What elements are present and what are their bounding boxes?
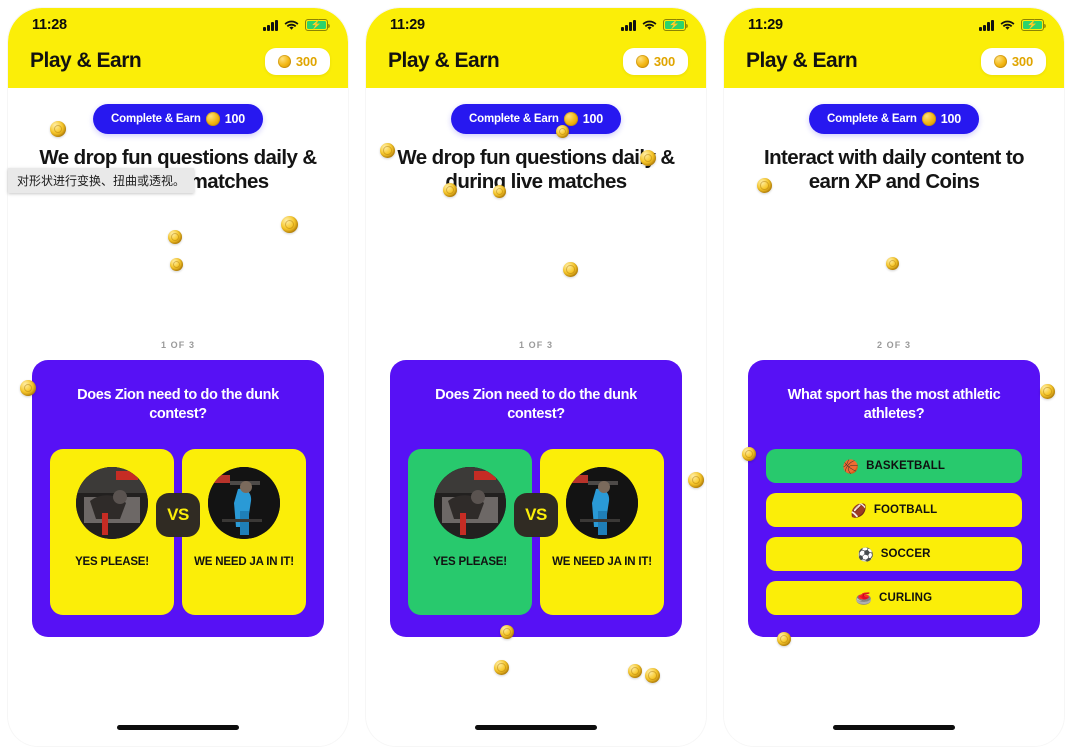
versus-options: YES PLEASE! VS WE NEED JA IN IT! [408,449,664,616]
cta-amount: 100 [582,112,603,126]
app-header: 11:29 ⚡ Play & Earn 300 [366,8,706,88]
answer-option-list: 🏀 BASKETBALL 🏈 FOOTBALL ⚽ SOCCER 🥌 CURLI… [766,449,1022,616]
cellular-signal-icon [621,19,636,31]
coin-balance-value: 300 [653,53,675,69]
versus-badge: VS [156,493,200,538]
status-time: 11:28 [32,17,67,33]
coin-balance-value: 300 [1011,53,1033,69]
soccer-ball-icon: ⚽ [857,546,874,562]
home-indicator[interactable] [475,725,597,730]
complete-and-earn-button[interactable]: Complete & Earn 100 [809,104,979,134]
phone-mockup-1: 11:28 ⚡ Play & Earn 300 Complete & Earn … [8,8,348,746]
basketball-icon: 🏀 [842,458,860,474]
question-text: What sport has the most athletic athlete… [787,387,1001,422]
answer-option-basketball-label: BASKETBALL [866,460,946,473]
question-card: Does Zion need to do the dunk contest? Y… [32,360,324,638]
versus-options: YES PLEASE! VS WE NEED JA IN IT! [50,449,306,616]
wifi-icon [642,20,657,30]
status-bar: 11:29 ⚡ [724,8,1064,38]
basketball-player-photo [208,467,280,540]
basketball-player-photo [566,467,638,540]
versus-badge: VS [514,493,558,538]
coin-icon [205,112,220,126]
battery-charging-icon: ⚡ [305,19,331,31]
battery-charging-icon: ⚡ [1021,19,1047,31]
coin-balance-chip[interactable]: 300 [622,47,688,75]
status-time: 11:29 [390,17,425,33]
cta-label: Complete & Earn [111,113,201,125]
answer-option-2[interactable]: WE NEED JA IN IT! [540,449,664,616]
header-row: Play & Earn 300 [8,38,348,84]
answer-option-2[interactable]: WE NEED JA IN IT! [182,449,306,616]
answer-option-2-label: WE NEED JA IN IT! [194,556,294,569]
answer-option-1[interactable]: YES PLEASE! [50,449,174,616]
answer-option-football-label: FOOTBALL [873,504,938,517]
app-header: 11:28 ⚡ Play & Earn 300 [8,8,348,88]
question-card: What sport has the most athletic athlete… [748,360,1040,638]
screenshot-canvas: 11:28 ⚡ Play & Earn 300 Complete & Earn … [0,0,1080,754]
coin-icon [277,54,291,68]
app-screen: Complete & Earn 100 Interact with daily … [724,88,1064,746]
page-title: Play & Earn [30,49,142,72]
cta-amount: 100 [940,112,961,126]
cta-label: Complete & Earn [827,113,917,125]
status-icons: ⚡ [621,19,689,31]
basketball-dunk-photo [434,467,506,540]
complete-and-earn-button[interactable]: Complete & Earn 100 [93,104,263,134]
page-title: Play & Earn [746,49,858,72]
status-icons: ⚡ [263,19,331,31]
cellular-signal-icon [263,19,278,31]
answer-option-football[interactable]: 🏈 FOOTBALL [766,493,1022,528]
step-indicator: 1 OF 3 [160,340,196,350]
answer-option-curling-label: CURLING [879,592,933,605]
coin-balance-value: 300 [295,53,317,69]
cta-label: Complete & Earn [469,113,559,125]
app-header: 11:29 ⚡ Play & Earn 300 [724,8,1064,88]
football-icon: 🏈 [850,502,867,518]
status-bar: 11:28 ⚡ [8,8,348,38]
cta-amount: 100 [224,112,245,126]
coin-balance-chip[interactable]: 300 [980,47,1046,75]
coin-icon [921,112,936,126]
step-indicator: 2 OF 3 [876,340,912,350]
headline-text: We drop fun questions daily & during liv… [397,146,675,194]
cellular-signal-icon [979,19,994,31]
status-bar: 11:29 ⚡ [366,8,706,38]
curling-stone-icon: 🥌 [855,590,873,606]
answer-option-soccer[interactable]: ⚽ SOCCER [766,537,1022,572]
headline-text: Interact with daily content to earn XP a… [764,146,1025,194]
complete-and-earn-button[interactable]: Complete & Earn 100 [451,104,621,134]
phone-mockup-2: 11:29 ⚡ Play & Earn 300 Complete & Earn … [366,8,706,746]
step-indicator: 1 OF 3 [518,340,554,350]
answer-option-1-label: YES PLEASE! [433,556,507,569]
answer-option-soccer-label: SOCCER [880,548,931,561]
question-card: Does Zion need to do the dunk contest? Y… [390,360,682,638]
header-row: Play & Earn 300 [366,38,706,84]
phone-mockup-3: 11:29 ⚡ Play & Earn 300 Complete & Earn … [724,8,1064,746]
basketball-dunk-photo [76,467,148,540]
answer-option-1-label: YES PLEASE! [75,556,149,569]
wifi-icon [1000,20,1015,30]
page-title: Play & Earn [388,49,500,72]
answer-option-1[interactable]: YES PLEASE! [408,449,532,616]
app-screen: Complete & Earn 100 We drop fun question… [366,88,706,746]
coin-icon [635,54,649,68]
header-row: Play & Earn 300 [724,38,1064,84]
coin-icon [993,54,1007,68]
status-time: 11:29 [748,17,783,33]
question-text: Does Zion need to do the dunk contest? [77,387,279,422]
coin-balance-chip[interactable]: 300 [264,47,330,75]
editor-tooltip: 对形状进行变换、扭曲或透视。 [8,168,195,193]
coin-icon [563,112,578,126]
home-indicator[interactable] [117,725,239,730]
answer-option-curling[interactable]: 🥌 CURLING [766,581,1022,616]
wifi-icon [284,20,299,30]
question-text: Does Zion need to do the dunk contest? [435,387,637,422]
status-icons: ⚡ [979,19,1047,31]
home-indicator[interactable] [833,725,955,730]
answer-option-basketball[interactable]: 🏀 BASKETBALL [766,449,1022,484]
answer-option-2-label: WE NEED JA IN IT! [552,556,652,569]
battery-charging-icon: ⚡ [663,19,689,31]
